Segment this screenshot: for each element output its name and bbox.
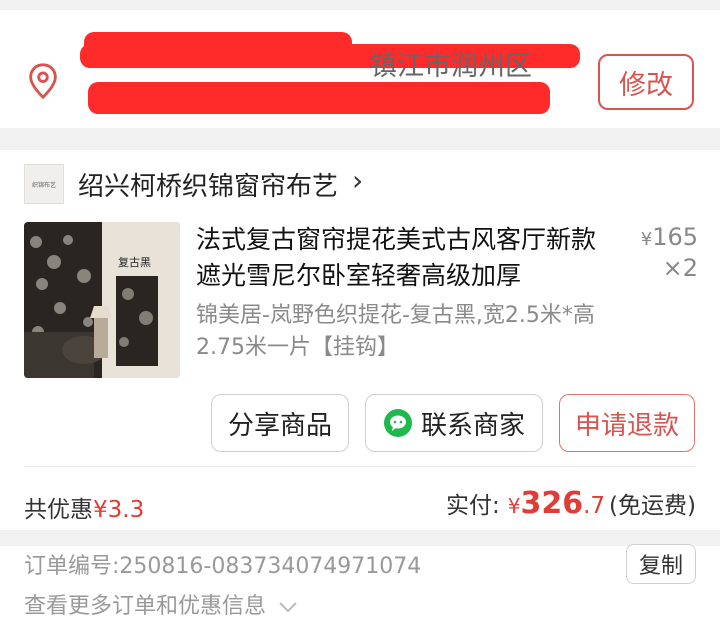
more-orders-toggle[interactable]: 查看更多订单和优惠信息 xyxy=(24,588,299,620)
order-number: 订单编号:250816-083734074971074 xyxy=(24,554,422,579)
address-district: 镇江市润州区 xyxy=(370,51,532,82)
redacted-address-line-2 xyxy=(88,82,550,114)
product-title[interactable]: 法式复古窗帘提花美式古风客厅新款遮光雪尼尔卧室轻奢高级加厚 xyxy=(196,222,616,294)
product-thumbnail[interactable] xyxy=(24,222,180,378)
order-card: 织锦布艺 绍兴柯桥织锦窗帘布艺 › 复古黑 法式复古窗帘提花美式古风客厅新款遮光… xyxy=(0,150,720,639)
discount-label: 共优惠 xyxy=(24,497,93,523)
contact-seller-button[interactable]: 联系商家 xyxy=(365,394,543,452)
chat-bubble-icon xyxy=(383,409,412,437)
contact-seller-label: 联系商家 xyxy=(420,410,525,441)
paid-total: 实付: ¥326.7 (免运费) xyxy=(446,486,696,521)
chevron-down-icon xyxy=(279,602,297,613)
shop-name-link[interactable]: 绍兴柯桥织锦窗帘布艺 xyxy=(78,166,338,203)
thumbnail-caption: 复古黑 xyxy=(118,256,151,269)
address-card: 镇江市润州区 修改 xyxy=(0,10,720,128)
section-gap xyxy=(0,530,720,546)
paid-amount-dec: .7 xyxy=(583,493,606,519)
more-orders-label: 查看更多订单和优惠信息 xyxy=(24,594,267,619)
modify-address-button[interactable]: 修改 xyxy=(598,54,694,110)
divider xyxy=(24,466,696,467)
location-pin-icon xyxy=(29,63,57,100)
paid-currency: ¥ xyxy=(507,494,521,518)
shop-logo[interactable]: 织锦布艺 xyxy=(24,164,64,204)
discount-summary: 共优惠¥3.3 xyxy=(24,490,144,524)
copy-order-number-button[interactable]: 复制 xyxy=(626,544,696,584)
discount-amount: ¥3.3 xyxy=(93,497,145,523)
chevron-right-icon[interactable]: › xyxy=(352,164,363,197)
product-spec: 锦美居-岚野色织提花-复古黑,宽2.5米*高2.75米一片【挂钩】 xyxy=(196,303,595,360)
product-price: ¥165 xyxy=(620,222,698,255)
product-quantity: ×2 xyxy=(662,254,698,282)
paid-amount-int: 326 xyxy=(520,486,584,521)
paid-label: 实付: xyxy=(445,493,500,519)
shipping-note: (免运费) xyxy=(609,493,696,519)
share-product-button[interactable]: 分享商品 xyxy=(211,394,349,452)
price-value: 165 xyxy=(652,223,698,251)
price-currency: ¥ xyxy=(640,229,653,250)
request-refund-button[interactable]: 申请退款 xyxy=(559,394,695,452)
